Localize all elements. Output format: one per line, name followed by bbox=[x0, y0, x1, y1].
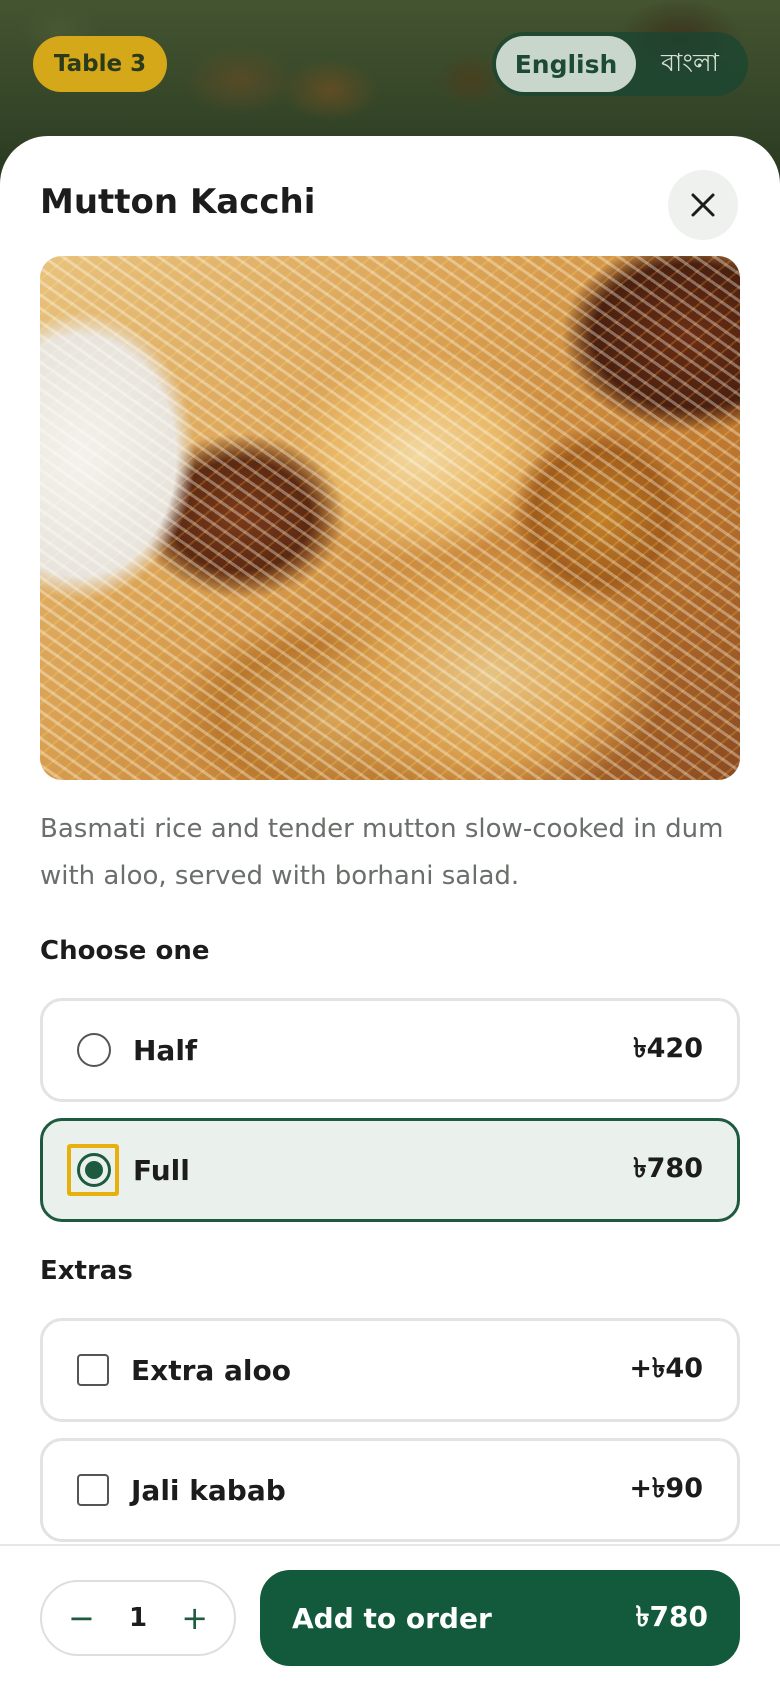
table-label: Table 3 bbox=[53, 51, 147, 77]
decrement-button[interactable]: − bbox=[68, 1602, 95, 1634]
add-to-order-button[interactable]: Add to order ৳780 bbox=[260, 1570, 740, 1666]
quantity-stepper: − 1 + bbox=[40, 1580, 236, 1656]
page: Table 3 English বাংলা Mutton Kacchi Basm… bbox=[0, 0, 780, 1688]
option-label: Full bbox=[133, 1153, 190, 1187]
extra-price: +৳40 bbox=[629, 1352, 703, 1384]
close-icon bbox=[691, 193, 715, 217]
language-switch: English বাংলা bbox=[492, 32, 748, 96]
order-total: ৳780 bbox=[635, 1599, 708, 1633]
extra-jali-kabab[interactable]: Jali kabab +৳90 bbox=[40, 1438, 740, 1542]
close-button[interactable] bbox=[668, 170, 738, 240]
checkbox[interactable] bbox=[77, 1474, 109, 1506]
extra-label: Extra aloo bbox=[131, 1353, 291, 1387]
language-option-bangla[interactable]: বাংলা bbox=[636, 36, 744, 92]
extra-label: Jali kabab bbox=[131, 1473, 286, 1507]
extra-price: +৳90 bbox=[629, 1472, 703, 1504]
item-photo bbox=[40, 256, 740, 780]
option-price: ৳420 bbox=[633, 1032, 703, 1064]
item-description: Basmati rice and tender mutton slow-cook… bbox=[40, 814, 724, 891]
table-badge: Table 3 bbox=[33, 36, 167, 92]
option-full[interactable]: Full ৳780 bbox=[40, 1118, 740, 1222]
item-title: Mutton Kacchi bbox=[40, 182, 316, 222]
extras-heading: Extras bbox=[40, 1256, 133, 1286]
radio-button-selected[interactable] bbox=[77, 1153, 111, 1187]
option-label: Half bbox=[133, 1033, 198, 1067]
radio-button[interactable] bbox=[77, 1033, 111, 1067]
choose-one-heading: Choose one bbox=[40, 936, 210, 966]
option-half[interactable]: Half ৳420 bbox=[40, 998, 740, 1102]
order-bar: − 1 + Add to order ৳780 bbox=[0, 1544, 780, 1688]
item-detail-sheet: Mutton Kacchi Basmati rice and tender mu… bbox=[0, 136, 780, 1688]
language-label: English bbox=[514, 49, 618, 79]
extra-aloo[interactable]: Extra aloo +৳40 bbox=[40, 1318, 740, 1422]
language-option-english[interactable]: English bbox=[496, 36, 636, 92]
add-to-order-label: Add to order bbox=[292, 1601, 492, 1635]
increment-button[interactable]: + bbox=[181, 1602, 208, 1634]
option-price: ৳780 bbox=[633, 1152, 703, 1184]
checkbox[interactable] bbox=[77, 1354, 109, 1386]
language-label: বাংলা bbox=[661, 47, 719, 77]
quantity-value: 1 bbox=[128, 1603, 148, 1633]
